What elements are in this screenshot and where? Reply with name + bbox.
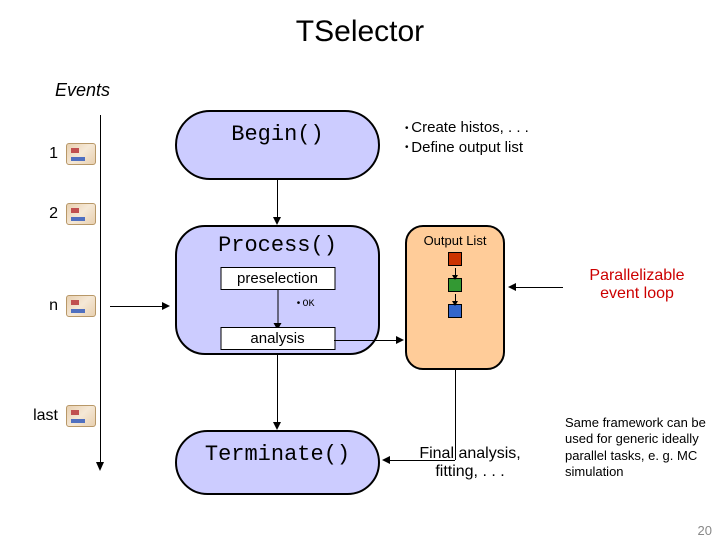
arrow-process-to-terminate <box>277 355 278 425</box>
analysis-box: analysis <box>220 327 335 350</box>
output-item-1 <box>448 252 462 266</box>
preselection-label: preselection <box>237 270 318 287</box>
event-last: last <box>30 405 96 427</box>
arrow-analysis-to-output <box>334 340 399 341</box>
event-label: 2 <box>30 205 58 223</box>
process-stage: Process() preselection OK analysis <box>175 225 380 355</box>
parallel-label: Parallelizable event loop <box>567 267 707 303</box>
output-list: Output List <box>405 225 505 370</box>
parallel-l2: event loop <box>567 285 707 303</box>
arrow-event-to-process <box>110 306 165 307</box>
event-label: 1 <box>30 145 58 163</box>
parallel-l1: Parallelizable <box>567 267 707 285</box>
bullet-create-histos: Create histos, . . . <box>405 118 529 138</box>
final-analysis-label: Final analysis, fitting, . . . <box>405 445 535 481</box>
events-heading: Events <box>55 80 110 101</box>
event-thumbnail-icon <box>66 143 96 165</box>
event-label: n <box>30 297 58 315</box>
page-title: TSelector <box>0 15 720 49</box>
event-thumbnail-icon <box>66 295 96 317</box>
arrow-parallel-label <box>513 287 563 288</box>
final-l1: Final analysis, <box>405 445 535 463</box>
preselection-box: preselection <box>220 267 335 290</box>
terminate-stage: Terminate() <box>175 430 380 495</box>
bullet-define-output: Define output list <box>405 138 529 158</box>
event-n: n <box>30 295 96 317</box>
output-item-3 <box>448 304 462 318</box>
begin-bullets: Create histos, . . . Define output list <box>405 118 529 157</box>
event-thumbnail-icon <box>66 405 96 427</box>
output-item-2 <box>448 278 462 292</box>
arrow-output-1-2 <box>455 268 456 276</box>
arrow-output-2-3 <box>455 294 456 302</box>
begin-stage: Begin() <box>175 110 380 180</box>
ok-label: OK <box>296 299 315 310</box>
analysis-label: analysis <box>250 330 304 347</box>
event-2: 2 <box>30 203 96 225</box>
terminate-label: Terminate() <box>205 442 350 467</box>
begin-label: Begin() <box>231 122 323 147</box>
events-axis <box>100 115 101 465</box>
framework-note: Same framework can be used for generic i… <box>565 415 710 480</box>
output-list-title: Output List <box>407 233 503 248</box>
event-label: last <box>30 407 58 425</box>
final-l2: fitting, . . . <box>405 463 535 481</box>
process-label: Process() <box>218 233 337 258</box>
event-1: 1 <box>30 143 96 165</box>
arrow-begin-to-process <box>277 180 278 220</box>
arrow-preselection-to-analysis <box>277 289 278 325</box>
page-number: 20 <box>698 523 712 538</box>
event-thumbnail-icon <box>66 203 96 225</box>
